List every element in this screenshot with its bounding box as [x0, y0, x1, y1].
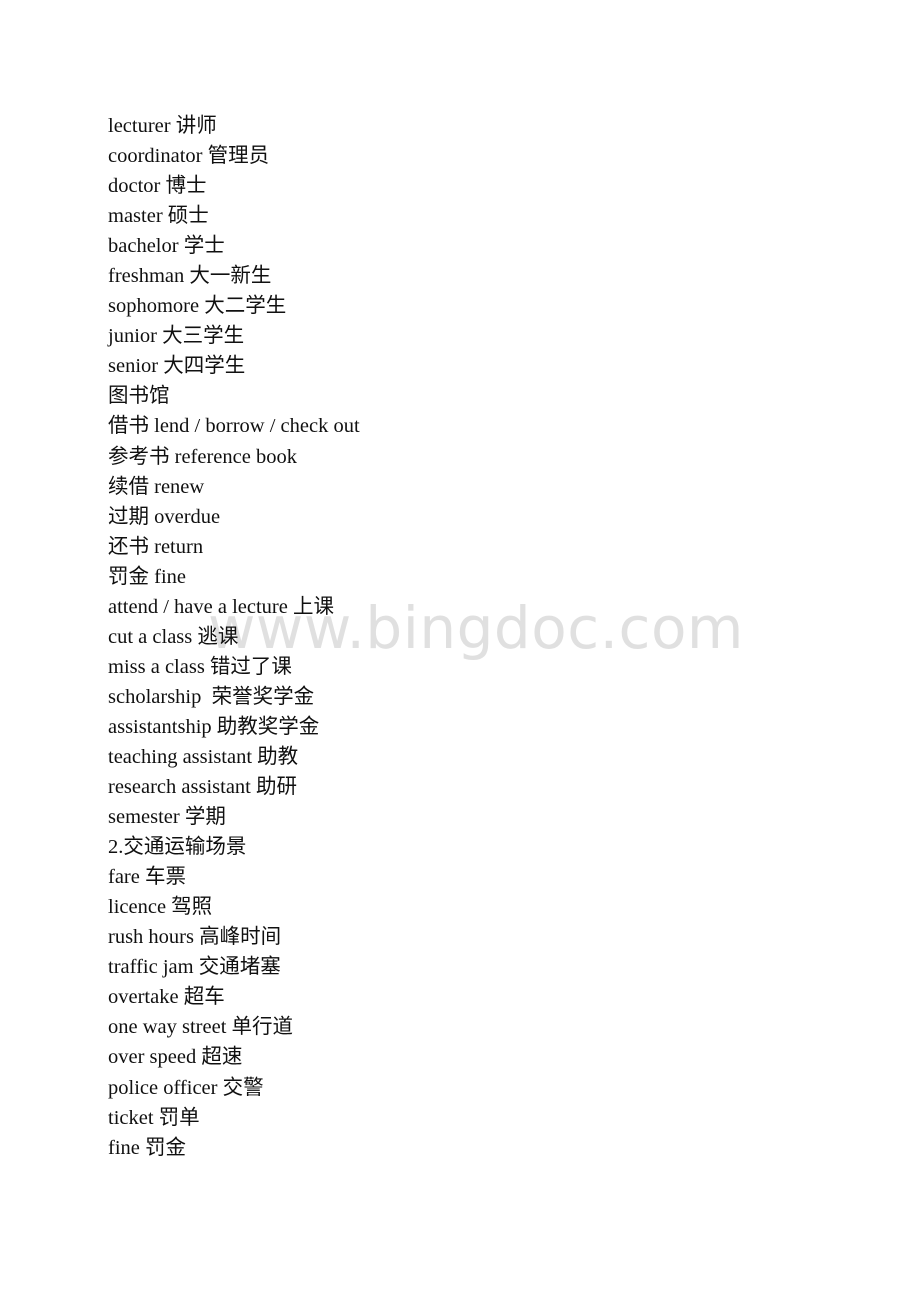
text-line: miss a class 错过了课	[108, 655, 292, 678]
text-line: traffic jam 交通堵塞	[108, 956, 281, 979]
text-line: one way street 单行道	[108, 1016, 294, 1039]
text-line: licence 驾照	[108, 896, 213, 919]
text-line: 参考书 reference book	[108, 445, 297, 468]
text-line: fare 车票	[108, 866, 186, 889]
section-heading: 2.交通运输场景	[108, 836, 247, 859]
text-line: semester 学期	[108, 806, 226, 829]
text-line: overtake 超车	[108, 986, 225, 1009]
text-line: ticket 罚单	[108, 1106, 200, 1129]
text-line: sophomore 大二学生	[108, 295, 287, 318]
text-line: 还书 return	[108, 535, 204, 558]
text-line: senior 大四学生	[108, 355, 246, 378]
text-line: master 硕士	[108, 205, 209, 228]
text-line: junior 大三学生	[108, 325, 245, 348]
text-line: 借书 lend / borrow / check out	[108, 415, 360, 438]
text-line: teaching assistant 助教	[108, 745, 299, 768]
document-text-body: lecturer 讲师 coordinator 管理员 doctor 博士 ma…	[0, 0, 920, 1163]
text-line: 罚金 fine	[108, 565, 186, 588]
text-line: attend / have a lecture 上课	[108, 595, 334, 618]
text-line: assistantship 助教奖学金	[108, 715, 320, 738]
text-line: lecturer 讲师	[108, 115, 217, 137]
text-line: over speed 超速	[108, 1046, 243, 1069]
text-line: bachelor 学士	[108, 235, 225, 258]
text-line: coordinator 管理员	[108, 145, 270, 168]
text-line: rush hours 高峰时间	[108, 926, 282, 949]
text-line: scholarship 荣誉奖学金	[108, 685, 315, 708]
text-line: 图书馆	[108, 385, 170, 408]
text-line: doctor 博士	[108, 175, 207, 198]
text-line: police officer 交警	[108, 1076, 264, 1099]
document-page: www.bingdoc.com lecturer 讲师 coordinator …	[0, 0, 920, 1302]
text-line: 续借 renew	[108, 475, 205, 498]
text-line: freshman 大一新生	[108, 265, 272, 288]
text-line: research assistant 助研	[108, 776, 297, 799]
text-line: fine 罚金	[108, 1136, 186, 1159]
text-line: cut a class 逃课	[108, 625, 239, 648]
text-line: 过期 overdue	[108, 505, 221, 528]
